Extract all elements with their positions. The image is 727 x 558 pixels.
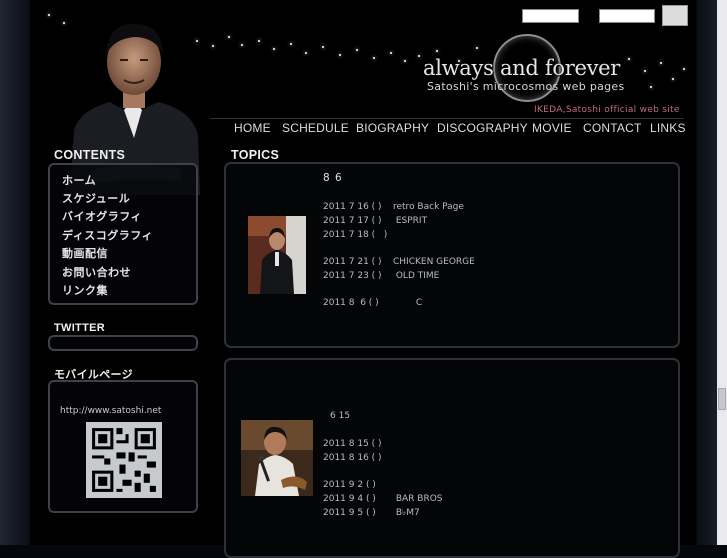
sidebar-item-contact[interactable]: お問い合わせ: [62, 264, 131, 280]
secondary-input[interactable]: [599, 9, 655, 23]
topic-2-title: 6 15: [330, 411, 351, 421]
topic-1-line-1: 2011 7 16 ( ) retro Back Page: [323, 202, 464, 212]
topic-1-line-2: 2011 7 17 ( ) ESPRIT: [323, 216, 428, 226]
twitter-heading: TWITTER: [54, 322, 105, 334]
topic-2-line-2: 2011 8 16 ( ): [323, 453, 382, 463]
sidebar-item-discography[interactable]: ディスコグラフィ: [62, 227, 153, 243]
twitter-panel: [48, 335, 198, 351]
official-site-label: IKEDA,Satoshi official web site: [534, 105, 680, 115]
sidebar-item-video[interactable]: 動画配信: [62, 245, 108, 261]
topic-2-line-7: 2011 9 5 ( ) B♭M7: [323, 508, 420, 518]
topic-1-photo[interactable]: [248, 216, 306, 294]
vertical-scrollbar[interactable]: [717, 0, 727, 545]
nav-home[interactable]: HOME: [234, 121, 271, 135]
sidebar-item-home[interactable]: ホーム: [62, 172, 96, 188]
scrollbar-thumb[interactable]: [718, 388, 726, 410]
topic-1-line-5: 2011 7 21 ( ) CHICKEN GEORGE: [323, 257, 475, 267]
topic-1-title: 8 6: [323, 172, 343, 184]
nav-discography[interactable]: DISCOGRAPHY: [437, 121, 528, 135]
topic-2-line-1: 2011 8 15 ( ): [323, 439, 382, 449]
nav-links[interactable]: LINKS: [650, 121, 686, 135]
topic-2-line-6: 2011 9 4 ( ) BAR BROS: [323, 494, 443, 504]
search-input[interactable]: [522, 9, 579, 23]
site-logo[interactable]: always and forever: [423, 56, 620, 80]
qr-code-icon: [86, 422, 162, 498]
topic-1-line-6: 2011 7 23 ( ) OLD TIME: [323, 271, 440, 281]
submit-button[interactable]: [662, 5, 688, 26]
nav-schedule[interactable]: SCHEDULE: [282, 121, 349, 135]
topic-1-line-3: 2011 7 18 ( ): [323, 230, 388, 240]
nav-movie[interactable]: MOVIE: [532, 121, 572, 135]
topic-2-photo[interactable]: [241, 420, 313, 496]
site-subtitle: Satoshi's microcosmos web pages: [427, 80, 625, 93]
nav-contact[interactable]: CONTACT: [583, 121, 642, 135]
nav-biography[interactable]: BIOGRAPHY: [356, 121, 429, 135]
sidebar-item-biography[interactable]: バイオグラフィ: [62, 208, 142, 224]
left-gradient-border: [0, 0, 30, 545]
sidebar-item-schedule[interactable]: スケジュール: [62, 190, 130, 206]
sidebar-item-links[interactable]: リンク集: [62, 282, 108, 298]
topic-2-line-5: 2011 9 2 ( ): [323, 480, 376, 490]
topic-1-line-8: 2011 8 6 ( ) C: [323, 298, 423, 308]
mobile-url[interactable]: http://www.satoshi.net: [60, 406, 161, 416]
topics-heading: TOPICS: [231, 148, 280, 162]
contents-heading: CONTENTS: [54, 148, 126, 162]
